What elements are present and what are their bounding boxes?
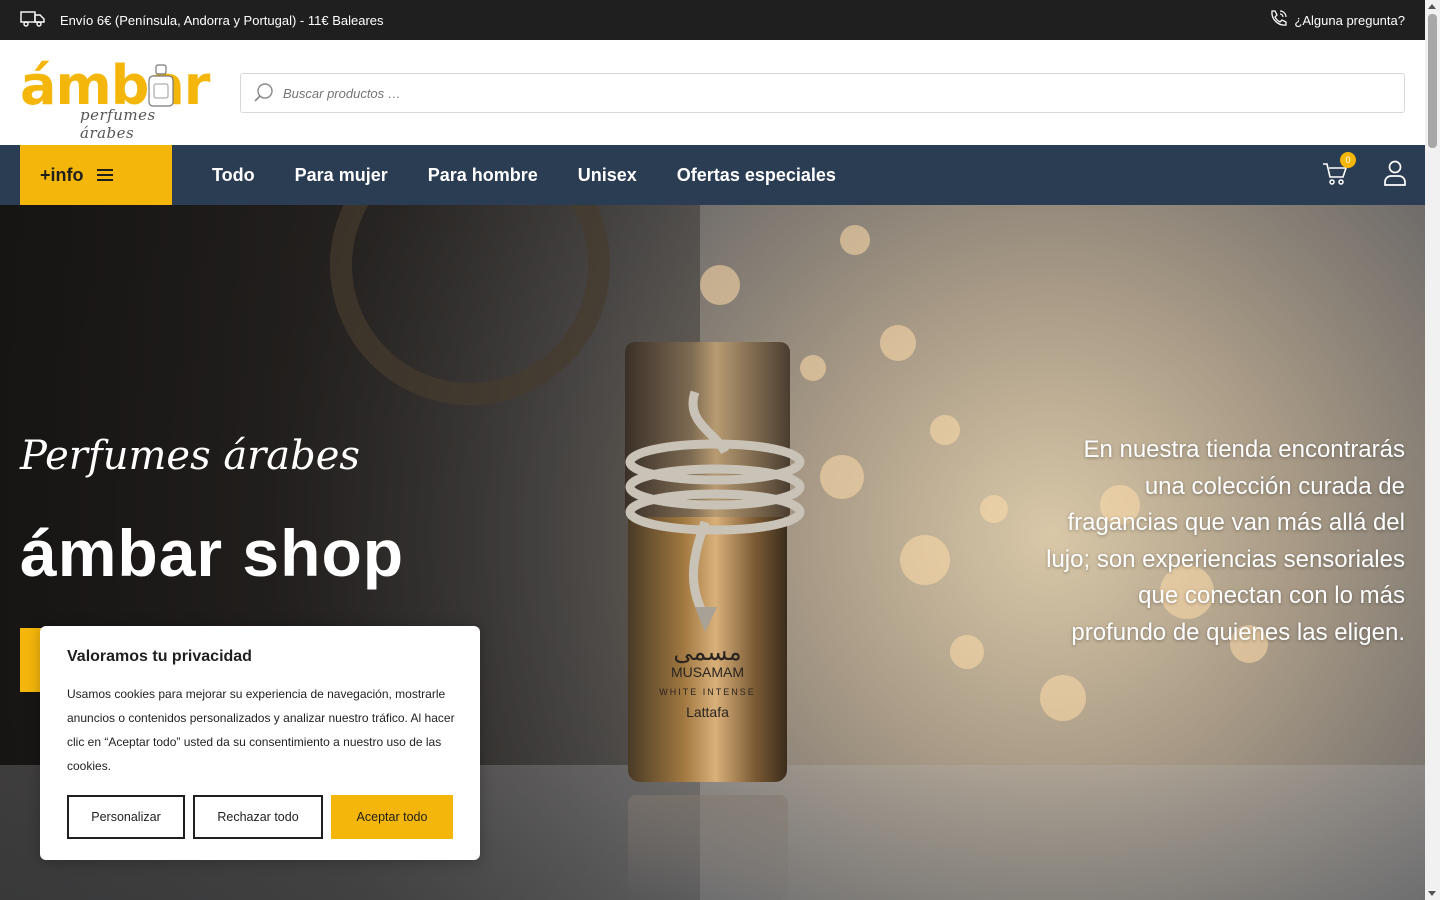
- site-logo[interactable]: ámbar perfumes árabes: [20, 54, 210, 142]
- product-search[interactable]: [240, 73, 1405, 113]
- cookie-title: Valoramos tu privacidad: [67, 648, 252, 665]
- user-icon: [1384, 160, 1406, 186]
- cookie-consent-dialog: Valoramos tu privacidad Usamos cookies p…: [40, 626, 480, 860]
- bottle-brand-arabic: مسمى: [673, 638, 742, 666]
- phone-icon: [1268, 9, 1288, 32]
- bottle-brand: MUSAMAM: [670, 664, 745, 680]
- bottle-label: مسمى MUSAMAM WHITE INTENSE Lattafa: [625, 638, 790, 722]
- main-navigation: +info Todo Para mujer Para hombre Unisex…: [0, 145, 1425, 205]
- scroll-up-arrow[interactable]: [1428, 4, 1436, 9]
- nav-menu: Todo Para mujer Para hombre Unisex Ofert…: [192, 145, 856, 205]
- perfume-bottle-logo-icon: [148, 64, 174, 107]
- scrollbar-thumb[interactable]: [1428, 14, 1437, 148]
- snake-ornament: [625, 390, 805, 632]
- truck-icon: [20, 10, 46, 31]
- hamburger-icon: [96, 169, 113, 181]
- shipping-info: Envío 6€ (Península, Andorra y Portugal)…: [20, 0, 384, 40]
- question-text: ¿Alguna pregunta?: [1294, 12, 1405, 28]
- nav-item-todo[interactable]: Todo: [192, 165, 275, 186]
- perfume-bottle-image: مسمى MUSAMAM WHITE INTENSE Lattafa: [625, 342, 805, 782]
- bottle-reflection: [628, 795, 788, 900]
- nav-item-unisex[interactable]: Unisex: [558, 165, 657, 186]
- hero-script-text: Perfumes árabes: [20, 433, 360, 479]
- search-input[interactable]: [283, 85, 1383, 101]
- nav-item-para-mujer[interactable]: Para mujer: [275, 165, 408, 186]
- hero-description: En nuestra tienda encontrarás una colecc…: [1046, 436, 1405, 646]
- accept-all-button[interactable]: Aceptar todo: [331, 795, 453, 839]
- top-bar: Envío 6€ (Península, Andorra y Portugal)…: [0, 0, 1425, 40]
- hero-title: ámbar shop: [20, 516, 405, 590]
- cookie-body: Usamos cookies para mejorar su experienc…: [67, 687, 455, 773]
- site-header: ámbar perfumes árabes: [0, 40, 1425, 145]
- bottle-sub: WHITE INTENSE: [659, 687, 756, 697]
- info-label: +info: [40, 164, 84, 185]
- search-icon[interactable]: [253, 82, 275, 104]
- scroll-down-arrow[interactable]: [1428, 891, 1436, 896]
- question-link[interactable]: ¿Alguna pregunta?: [1268, 0, 1405, 40]
- shipping-text: Envío 6€ (Península, Andorra y Portugal)…: [60, 12, 384, 28]
- nav-item-ofertas-especiales[interactable]: Ofertas especiales: [657, 165, 856, 186]
- cart-count-badge: 0: [1340, 152, 1356, 168]
- reject-all-button[interactable]: Rechazar todo: [193, 795, 323, 839]
- info-menu-button[interactable]: +info: [20, 145, 172, 205]
- account-button[interactable]: [1383, 160, 1409, 188]
- customize-button[interactable]: Personalizar: [67, 795, 185, 839]
- page-scrollbar[interactable]: [1425, 0, 1440, 900]
- logo-tagline: perfumes árabes: [80, 106, 156, 142]
- cart-button[interactable]: 0: [1322, 152, 1356, 189]
- bottle-maker: Lattafa: [686, 704, 729, 720]
- nav-item-para-hombre[interactable]: Para hombre: [408, 165, 558, 186]
